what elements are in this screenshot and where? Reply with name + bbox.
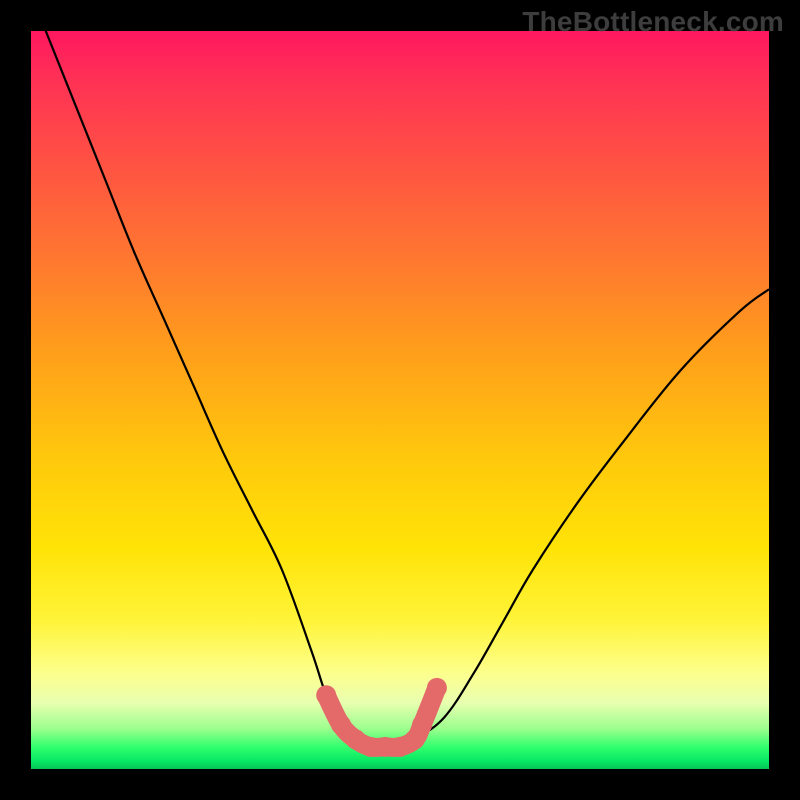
optimal-band-dot (316, 685, 336, 705)
main-curve (46, 31, 769, 747)
optimal-band-dot (412, 715, 432, 735)
chart-svg (31, 31, 769, 769)
plot-area (31, 31, 769, 769)
optimal-band (316, 678, 447, 757)
chart-stage: TheBottleneck.com (0, 0, 800, 800)
main-curve-path (46, 31, 769, 747)
optimal-band-dot (331, 715, 351, 735)
optimal-band-dot (427, 678, 447, 698)
optimal-band-dots (316, 678, 447, 757)
